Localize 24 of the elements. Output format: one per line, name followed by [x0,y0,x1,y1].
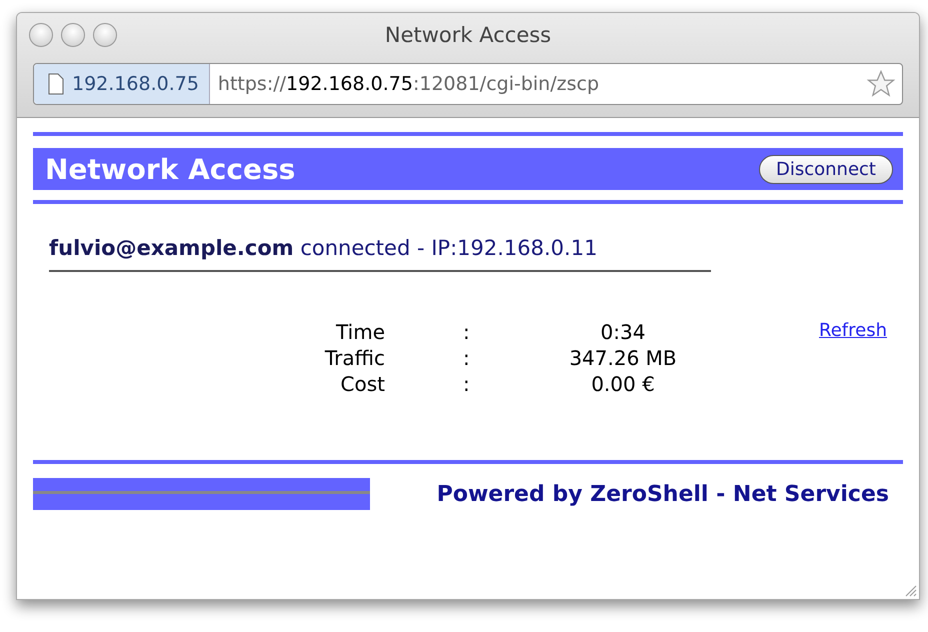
stat-separator: : [463,372,471,396]
resize-grip-icon[interactable] [903,583,917,597]
stat-label: Cost [340,372,385,396]
address-field[interactable]: 192.168.0.75 https://192.168.0.75:12081/cgi-bin/zscp [33,63,903,105]
site-identity[interactable]: 192.168.0.75 [34,64,210,104]
zoom-button[interactable] [93,23,117,47]
url-text: https://192.168.0.75:12081/cgi-bin/zscp [218,73,600,95]
disconnect-button[interactable]: Disconnect [759,154,893,184]
connection-status: fulvio@example.com connected - IP:192.168.0.11 [49,236,598,260]
page-title: Network Access [45,152,296,186]
footer-text: Powered by ZeroShell - Net Services [436,482,889,506]
stat-value: 347.26 MB [568,346,678,370]
close-button[interactable] [29,23,53,47]
refresh-link[interactable]: Refresh [819,320,887,344]
stat-label: Time [335,320,385,344]
star-icon[interactable] [866,69,896,99]
window-title: Network Access [384,23,552,47]
stat-separator: : [463,320,471,344]
stat-separator: : [463,346,471,370]
stat-value: 0:34 [600,320,646,344]
document-icon [48,73,64,95]
stat-value: 0.00 € [590,372,656,396]
minimize-button[interactable] [61,23,85,47]
stat-label: Traffic [324,346,385,370]
